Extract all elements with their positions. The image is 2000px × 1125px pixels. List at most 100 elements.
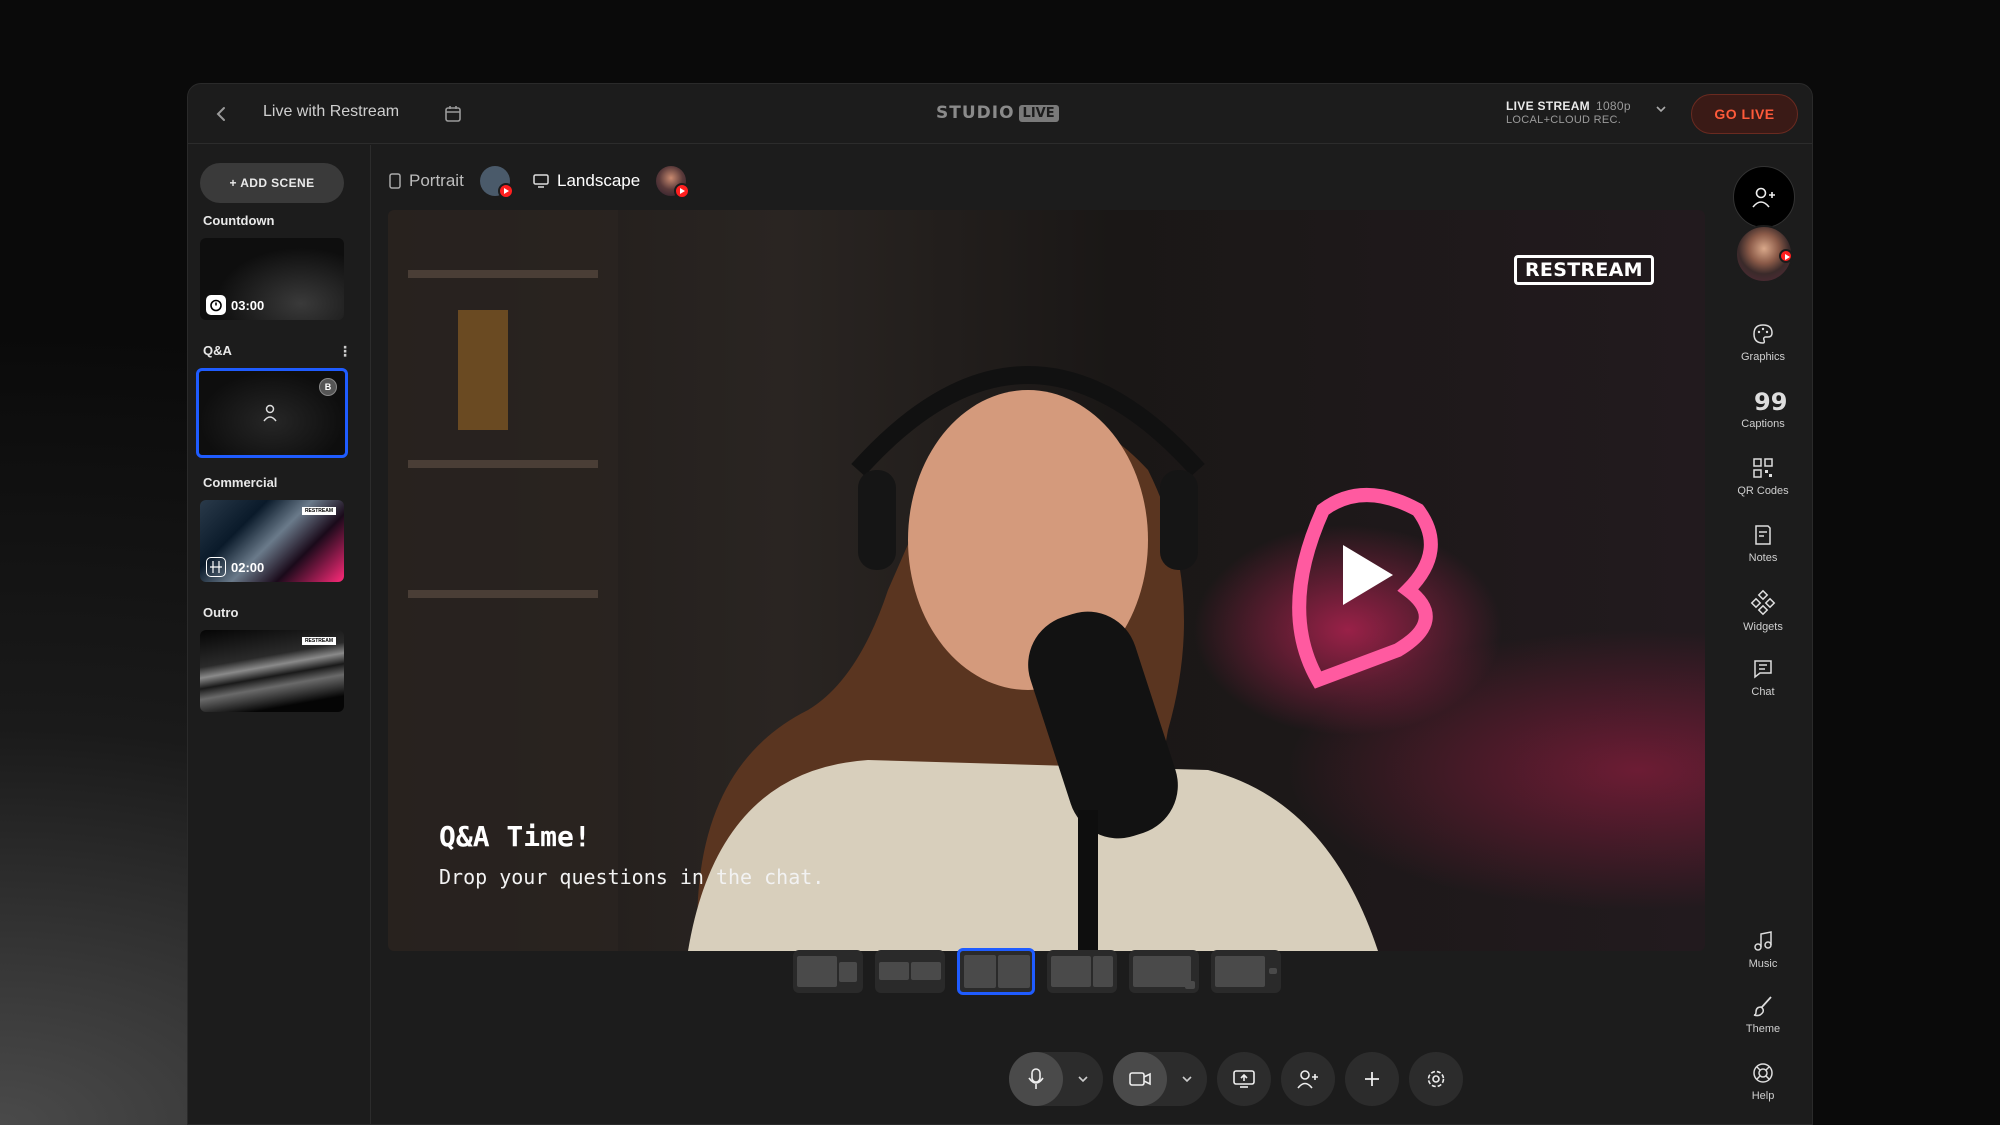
notes-icon xyxy=(1755,525,1771,545)
scene-label-countdown: Countdown xyxy=(203,213,275,228)
main-stage: Portrait Landscape RESTREAM Q&A Time! Dr… xyxy=(371,145,1713,1124)
tool-theme[interactable]: Theme xyxy=(1713,995,1812,1035)
monitor-icon xyxy=(533,174,549,188)
stream-settings[interactable]: LIVE STREAM 1080p LOCAL+CLOUD REC. xyxy=(1506,99,1631,127)
camera-button[interactable] xyxy=(1113,1052,1167,1106)
film-icon xyxy=(206,557,226,577)
chevron-down-icon xyxy=(1182,1076,1192,1083)
landscape-label: Landscape xyxy=(557,171,641,190)
tool-label: Theme xyxy=(1745,1023,1781,1035)
share-screen-button[interactable] xyxy=(1217,1052,1271,1106)
tool-qr-codes[interactable]: QR Codes xyxy=(1713,457,1812,497)
tool-label: Help xyxy=(1751,1090,1775,1102)
studio-window: Live with Restream STUDIO LIVE LIVE STRE… xyxy=(187,83,1813,1125)
scene-thumb-countdown[interactable]: 03:00 xyxy=(200,238,344,320)
music-note-icon xyxy=(1754,931,1772,951)
top-bar: Live with Restream STUDIO LIVE LIVE STRE… xyxy=(188,84,1812,144)
mic-button[interactable] xyxy=(1009,1052,1063,1106)
quote-icon: 99 xyxy=(1754,388,1787,416)
widgets-icon xyxy=(1750,589,1776,616)
tool-music[interactable]: Music xyxy=(1713,930,1812,970)
layout-option-3[interactable] xyxy=(957,948,1035,995)
add-person-icon xyxy=(1297,1070,1318,1089)
plus-icon xyxy=(1365,1072,1379,1086)
studio-logo: STUDIO LIVE xyxy=(936,103,1059,123)
tool-label: Graphics xyxy=(1740,351,1786,363)
tool-widgets[interactable]: Widgets xyxy=(1713,589,1812,633)
layout-option-6[interactable] xyxy=(1211,950,1281,993)
commercial-badge: 02:00 xyxy=(206,557,264,577)
video-camera-icon xyxy=(1129,1072,1151,1086)
scene-label-commercial: Commercial xyxy=(203,475,278,490)
gear-icon xyxy=(1427,1070,1445,1088)
settings-button[interactable] xyxy=(1409,1052,1463,1106)
scene-label-outro: Outro xyxy=(203,605,239,620)
invite-guest-button[interactable] xyxy=(1281,1052,1335,1106)
logo-studio-text: STUDIO xyxy=(936,103,1015,123)
layout-option-1[interactable] xyxy=(793,950,863,993)
tool-label: Music xyxy=(1748,958,1778,970)
scene-thumb-outro[interactable]: RESTREAM xyxy=(200,630,344,712)
youtube-icon xyxy=(497,183,514,199)
calendar-icon[interactable] xyxy=(443,104,463,124)
add-scene-button[interactable]: + ADD SCENE xyxy=(200,163,344,203)
overlay-title: Q&A Time! xyxy=(439,820,591,853)
layout-picker xyxy=(793,948,1281,995)
paintbrush-icon xyxy=(1753,996,1772,1017)
stream-preview[interactable]: RESTREAM Q&A Time! Drop your questions i… xyxy=(388,210,1705,951)
tool-captions[interactable]: 99 Captions xyxy=(1713,388,1812,430)
chevron-left-icon xyxy=(216,107,225,121)
add-button[interactable] xyxy=(1345,1052,1399,1106)
palette-icon xyxy=(1753,324,1773,344)
scene-thumb-commercial[interactable]: RESTREAM 02:00 xyxy=(200,500,344,582)
screen-share-icon xyxy=(1233,1070,1255,1088)
youtube-icon xyxy=(1779,249,1793,263)
chevron-down-icon[interactable] xyxy=(1654,102,1668,119)
countdown-time: 03:00 xyxy=(231,297,265,313)
qr-code-icon xyxy=(1753,458,1773,478)
layout-option-4[interactable] xyxy=(1047,950,1117,993)
tool-label: Widgets xyxy=(1743,621,1783,633)
tool-label: Chat xyxy=(1751,686,1775,698)
add-person-icon xyxy=(1752,187,1775,208)
chevron-down-icon xyxy=(1078,1076,1088,1083)
phone-icon xyxy=(389,173,401,189)
tool-chat[interactable]: Chat xyxy=(1713,658,1812,698)
tool-graphics[interactable]: Graphics xyxy=(1713,323,1812,363)
layout-option-2[interactable] xyxy=(875,950,945,993)
logo-live-badge: LIVE xyxy=(1018,104,1059,122)
mic-options-chevron[interactable] xyxy=(1063,1052,1103,1106)
invite-button[interactable] xyxy=(1733,166,1795,228)
control-bar xyxy=(1009,1052,1473,1106)
timer-icon xyxy=(206,295,226,315)
help-lifebuoy-icon xyxy=(1753,1063,1773,1083)
landscape-toggle[interactable]: Landscape xyxy=(533,166,691,199)
svg-text:99: 99 xyxy=(1754,388,1787,416)
portrait-toggle[interactable]: Portrait xyxy=(389,166,514,199)
mic-control xyxy=(1009,1052,1103,1106)
go-live-button[interactable]: GO LIVE xyxy=(1691,94,1798,134)
tool-label: Notes xyxy=(1748,552,1778,564)
scene-thumb-qa[interactable]: B xyxy=(196,368,348,458)
tool-notes[interactable]: Notes xyxy=(1713,524,1812,564)
camera-control xyxy=(1113,1052,1207,1106)
mini-restream-logo: RESTREAM xyxy=(301,637,336,645)
host-avatar[interactable] xyxy=(1735,225,1793,283)
scenes-sidebar: + ADD SCENE Countdown 03:00 Q&A ⋮ B Comm… xyxy=(188,145,371,1124)
chat-icon xyxy=(1754,660,1772,679)
stream-title[interactable]: Live with Restream xyxy=(263,103,399,121)
layout-option-5[interactable] xyxy=(1129,950,1199,993)
tools-rail: Graphics 99 Captions QR Codes Notes Widg… xyxy=(1713,145,1812,1124)
stream-mode: LIVE STREAM 1080p xyxy=(1506,99,1631,113)
tool-help[interactable]: Help xyxy=(1713,1062,1812,1102)
commercial-time: 02:00 xyxy=(231,559,265,575)
camera-options-chevron[interactable] xyxy=(1167,1052,1207,1106)
scene-label-qa: Q&A xyxy=(203,343,232,358)
portrait-label: Portrait xyxy=(409,171,464,190)
scene-menu-icon[interactable]: ⋮ xyxy=(338,343,352,360)
stream-recording: LOCAL+CLOUD REC. xyxy=(1506,114,1622,126)
tool-label: Captions xyxy=(1741,418,1785,430)
overlay-subtitle: Drop your questions in the chat. xyxy=(439,865,825,889)
back-button[interactable] xyxy=(210,102,234,126)
person-icon xyxy=(263,404,277,422)
